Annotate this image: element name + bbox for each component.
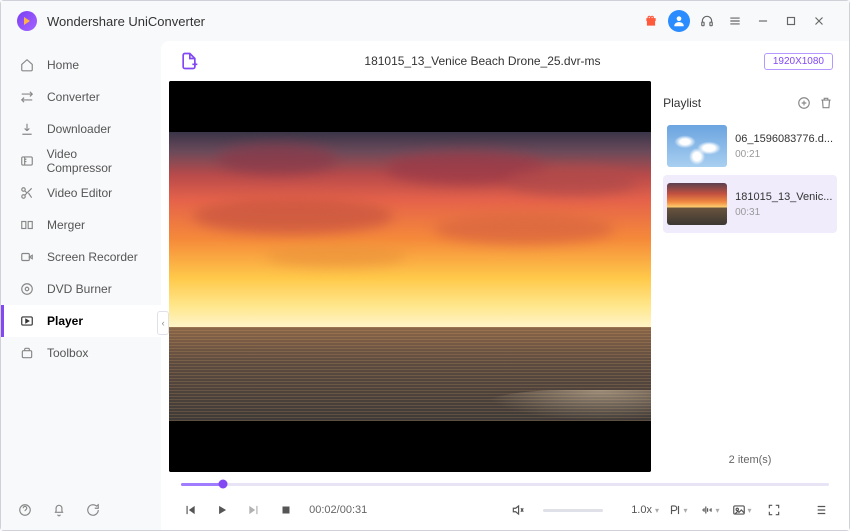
playlist-panel: Playlist 06_1596083776.d... 00:21 181015… [651, 81, 849, 472]
menu-icon[interactable] [721, 7, 749, 35]
playlist-thumb [667, 183, 727, 225]
compress-icon [19, 153, 35, 169]
sidebar-item-label: Video Compressor [47, 147, 144, 175]
audio-track-icon[interactable]: ▾ [697, 497, 723, 523]
playlist-item[interactable]: 181015_13_Venic... 00:31 [663, 175, 837, 233]
sidebar-item-merger[interactable]: Merger [1, 209, 161, 241]
main-panel: 181015_13_Venice Beach Drone_25.dvr-ms 1… [161, 41, 849, 530]
close-button[interactable] [805, 7, 833, 35]
stop-button[interactable] [273, 497, 299, 523]
playlist-item-name: 06_1596083776.d... [735, 133, 833, 145]
disc-icon [19, 281, 35, 297]
bell-icon[interactable] [49, 500, 69, 520]
help-icon[interactable] [15, 500, 35, 520]
headset-icon[interactable] [693, 7, 721, 35]
sidebar-item-dvd[interactable]: DVD Burner [1, 273, 161, 305]
play-button[interactable] [209, 497, 235, 523]
playlist-count: 2 item(s) [663, 448, 837, 472]
toggle-playlist-icon[interactable] [807, 497, 833, 523]
delete-playlist-icon[interactable] [815, 92, 837, 114]
speed-selector[interactable]: 1.0x▾ [631, 504, 659, 516]
resolution-badge[interactable]: 1920X1080 [764, 53, 833, 70]
toolbox-icon [19, 345, 35, 361]
timecode: 00:02/00:31 [309, 504, 367, 516]
player-controls: 00:02/00:31 1.0x▾ ▾ ▾ ▾ [161, 472, 849, 530]
playlist-item-name: 181015_13_Venic... [735, 191, 832, 203]
sidebar-item-label: Merger [47, 218, 85, 232]
gift-icon[interactable] [637, 7, 665, 35]
sidebar-item-recorder[interactable]: Screen Recorder [1, 241, 161, 273]
maximize-button[interactable] [777, 7, 805, 35]
playlist-item[interactable]: 06_1596083776.d... 00:21 [663, 117, 837, 175]
snapshot-icon[interactable]: ▾ [729, 497, 755, 523]
player-icon [19, 313, 35, 329]
feedback-icon[interactable] [83, 500, 103, 520]
title-bar: Wondershare UniConverter [1, 1, 849, 41]
home-icon [19, 57, 35, 73]
converter-icon [19, 89, 35, 105]
sidebar-item-label: DVD Burner [47, 282, 112, 296]
add-file-button[interactable] [177, 49, 201, 73]
app-logo-icon [17, 11, 37, 31]
sidebar: Home Converter Downloader Video Compress… [1, 41, 161, 530]
download-icon [19, 121, 35, 137]
sidebar-item-label: Screen Recorder [47, 250, 138, 264]
sidebar-item-label: Toolbox [47, 346, 88, 360]
scissors-icon [19, 185, 35, 201]
subtitle-icon[interactable]: ▾ [665, 497, 691, 523]
sidebar-item-downloader[interactable]: Downloader [1, 113, 161, 145]
playlist-thumb [667, 125, 727, 167]
playlist-item-duration: 00:31 [735, 207, 832, 218]
sidebar-item-label: Downloader [47, 122, 111, 136]
user-account-icon[interactable] [668, 10, 690, 32]
sidebar-item-label: Player [47, 314, 83, 328]
playlist-title: Playlist [663, 96, 793, 110]
video-canvas[interactable] [169, 81, 651, 472]
seek-bar[interactable] [177, 476, 833, 492]
sidebar-item-player[interactable]: Player [1, 305, 161, 337]
app-title: Wondershare UniConverter [47, 14, 205, 29]
sidebar-item-label: Converter [47, 90, 100, 104]
mute-icon[interactable] [505, 497, 531, 523]
playlist-item-duration: 00:21 [735, 149, 833, 160]
add-to-playlist-icon[interactable] [793, 92, 815, 114]
fullscreen-icon[interactable] [761, 497, 787, 523]
next-button[interactable] [241, 497, 267, 523]
sidebar-item-editor[interactable]: Video Editor [1, 177, 161, 209]
sidebar-item-toolbox[interactable]: Toolbox [1, 337, 161, 369]
record-icon [19, 249, 35, 265]
sidebar-item-label: Video Editor [47, 186, 112, 200]
current-file-name: 181015_13_Venice Beach Drone_25.dvr-ms [201, 54, 764, 68]
sidebar-item-home[interactable]: Home [1, 49, 161, 81]
sidebar-item-compressor[interactable]: Video Compressor [1, 145, 161, 177]
sidebar-item-converter[interactable]: Converter [1, 81, 161, 113]
merge-icon [19, 217, 35, 233]
prev-button[interactable] [177, 497, 203, 523]
volume-slider[interactable] [543, 509, 603, 512]
sidebar-item-label: Home [47, 58, 79, 72]
minimize-button[interactable] [749, 7, 777, 35]
collapse-sidebar-handle[interactable]: ‹ [157, 311, 169, 335]
